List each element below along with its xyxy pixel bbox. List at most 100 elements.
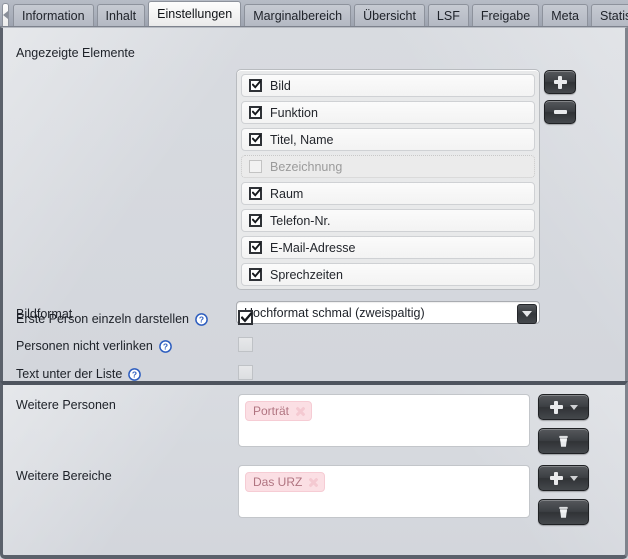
- checkbox[interactable]: [249, 79, 262, 92]
- tab-freigabe[interactable]: Freigabe: [471, 4, 540, 26]
- plus-icon: [549, 471, 563, 485]
- add-area-button[interactable]: [538, 465, 589, 491]
- more-persons-label: Weitere Personen: [16, 398, 116, 412]
- list-item-label: E-Mail-Adresse: [270, 240, 356, 255]
- tab-label: Meta: [551, 8, 579, 23]
- list-item-label: Bild: [270, 78, 291, 93]
- checkbox[interactable]: [249, 160, 262, 173]
- option-label: Text unter der Liste: [16, 367, 123, 381]
- help-icon[interactable]: ?: [128, 367, 142, 381]
- image-format-value: Hochformat schmal (zweispaltig): [244, 305, 425, 320]
- tag[interactable]: Das URZ: [245, 472, 326, 492]
- tab-label: Freigabe: [480, 8, 531, 23]
- tab-scroll-left-button[interactable]: [2, 3, 9, 26]
- checkbox[interactable]: [249, 241, 262, 254]
- chevron-left-icon: [3, 11, 8, 19]
- tab-bar: Information Inhalt Einstellungen Marginalbe…: [0, 0, 628, 27]
- help-icon: ?: [159, 339, 172, 353]
- remove-element-button[interactable]: [544, 100, 576, 124]
- check-icon: [252, 215, 261, 224]
- check-icon: [241, 312, 252, 323]
- tab-label: Übersicht: [363, 8, 416, 23]
- list-item-label: Telefon-Nr.: [270, 213, 331, 228]
- option-row: Personen nicht verlinken?: [16, 338, 172, 354]
- close-icon[interactable]: [308, 477, 319, 488]
- tab-inhalt[interactable]: Inhalt: [96, 4, 146, 26]
- tag-label: Porträt: [253, 404, 290, 418]
- checkbox[interactable]: [249, 214, 262, 227]
- settings-page: Angezeigte Elemente Bild Funktion Titel, N…: [0, 27, 628, 559]
- check-icon: [252, 134, 261, 143]
- chevron-down-icon: [569, 475, 578, 481]
- help-icon[interactable]: ?: [195, 312, 208, 326]
- close-icon[interactable]: [295, 406, 306, 417]
- list-item-label: Sprechzeiten: [270, 267, 343, 282]
- tab-marginalbereich[interactable]: Marginalbereich: [244, 4, 352, 26]
- tab-label: Einstellungen: [157, 7, 233, 21]
- checkbox[interactable]: [249, 187, 262, 200]
- plus-icon: [553, 75, 567, 89]
- check-icon: [252, 107, 261, 116]
- more-areas-tag-field[interactable]: Das URZ: [238, 465, 530, 518]
- more-areas-label-row: Weitere Bereiche: [16, 468, 112, 484]
- chevron-down-icon[interactable]: [517, 304, 537, 324]
- svg-text:?: ?: [199, 314, 204, 324]
- check-icon: [252, 242, 261, 251]
- help-icon: ?: [195, 312, 208, 326]
- tab-meta[interactable]: Meta: [542, 4, 588, 26]
- checkbox[interactable]: [249, 268, 262, 281]
- tab-statistik[interactable]: Statistik: [591, 4, 628, 26]
- option-label: Personen nicht verlinken: [16, 339, 153, 353]
- tab-information[interactable]: Information: [13, 4, 94, 26]
- check-icon: [252, 80, 261, 89]
- more-persons-label-row: Weitere Personen: [16, 397, 116, 413]
- svg-text:?: ?: [132, 369, 137, 379]
- tab--bersicht[interactable]: Übersicht: [354, 4, 425, 26]
- list-item[interactable]: Telefon-Nr.: [241, 209, 535, 232]
- add-person-button[interactable]: [538, 394, 589, 420]
- list-item[interactable]: E-Mail-Adresse: [241, 236, 535, 259]
- option-checkbox[interactable]: [238, 365, 253, 380]
- list-item[interactable]: Funktion: [241, 101, 535, 124]
- delete-person-button[interactable]: [538, 428, 589, 454]
- list-item-label: Titel, Name: [270, 132, 334, 147]
- option-checkbox[interactable]: [238, 310, 253, 325]
- tab-label: Marginalbereich: [253, 8, 343, 23]
- displayed-elements-panel: Angezeigte Elemente Bild Funktion Titel, N…: [0, 27, 628, 381]
- list-item[interactable]: Sprechzeiten: [241, 263, 535, 286]
- checkbox[interactable]: [249, 133, 262, 146]
- list-item-label: Bezeichnung: [270, 159, 343, 174]
- displayed-elements-list[interactable]: Bild Funktion Titel, Name Bezeichnung Raum Te…: [236, 69, 540, 290]
- list-item[interactable]: Bezeichnung: [241, 155, 535, 178]
- tab-label: Statistik: [600, 8, 628, 23]
- help-icon: ?: [128, 367, 142, 381]
- option-label: Erste Person einzeln darstellen: [16, 312, 190, 326]
- option-checkbox[interactable]: [238, 337, 253, 352]
- tab-einstellungen[interactable]: Einstellungen: [148, 1, 242, 26]
- check-icon: [252, 269, 261, 278]
- trash-icon: [559, 506, 568, 518]
- svg-text:?: ?: [163, 341, 168, 351]
- list-item[interactable]: Raum: [241, 182, 535, 205]
- add-element-button[interactable]: [544, 70, 576, 94]
- more-persons-tag-field[interactable]: Porträt: [238, 394, 530, 447]
- list-item[interactable]: Titel, Name: [241, 128, 535, 151]
- option-row: Erste Person einzeln darstellen?: [16, 311, 208, 327]
- help-icon[interactable]: ?: [159, 339, 172, 353]
- minus-icon: [553, 110, 567, 114]
- tab-label: Information: [22, 8, 85, 23]
- tag-label: Das URZ: [253, 475, 303, 489]
- delete-area-button[interactable]: [538, 499, 589, 525]
- displayed-elements-label-row: Angezeigte Elemente: [16, 45, 135, 61]
- list-item-label: Raum: [270, 186, 304, 201]
- tab-lsf[interactable]: LSF: [427, 4, 469, 26]
- image-format-select[interactable]: Hochformat schmal (zweispaltig): [236, 301, 540, 324]
- more-areas-label: Weitere Bereiche: [16, 469, 112, 483]
- check-icon: [252, 188, 261, 197]
- trash-icon: [559, 435, 568, 447]
- checkbox[interactable]: [249, 106, 262, 119]
- tag[interactable]: Porträt: [245, 401, 313, 421]
- tab-label: Inhalt: [105, 8, 137, 23]
- more-entities-panel: Weitere Personen Porträt Weitere Bereich…: [0, 381, 628, 559]
- list-item[interactable]: Bild: [241, 74, 535, 97]
